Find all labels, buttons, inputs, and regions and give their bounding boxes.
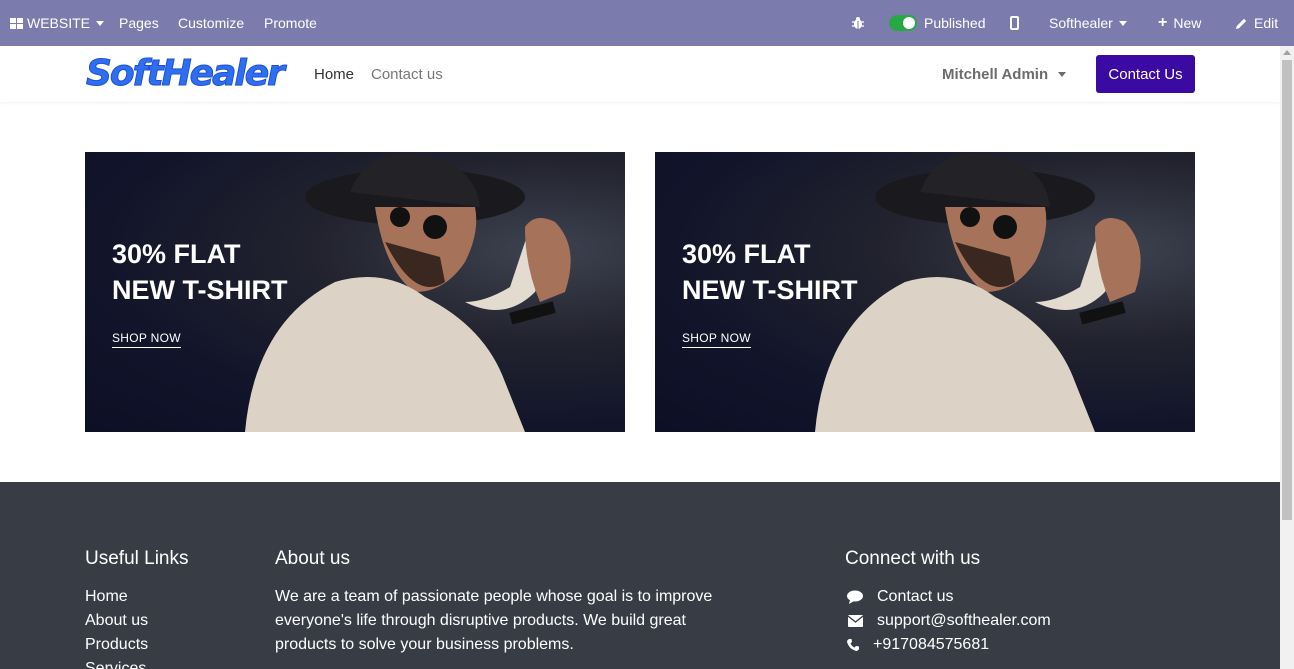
new-button[interactable]: + New	[1158, 0, 1201, 46]
chevron-down-icon	[1058, 71, 1067, 77]
connect-phone[interactable]: +917084575681	[845, 636, 989, 654]
comment-icon	[845, 590, 865, 604]
connect-phone-label: +917084575681	[873, 636, 990, 653]
about-us-title: About us	[275, 548, 350, 569]
banner-headline: 30% FLAT NEW T-SHIRT	[682, 236, 858, 308]
website-menu[interactable]: WEBSITE	[10, 0, 105, 46]
site-footer: Useful Links Home About us Products Serv…	[0, 482, 1280, 669]
chevron-down-icon	[96, 20, 105, 26]
apps-grid-icon	[10, 17, 23, 29]
connect-contact-label: Contact us	[877, 588, 954, 605]
footer-link-products[interactable]: Products	[85, 636, 148, 654]
debug-button[interactable]	[851, 0, 865, 46]
contact-us-button[interactable]: Contact Us	[1096, 55, 1195, 93]
user-name: Mitchell Admin	[942, 65, 1049, 83]
edit-label: Edit	[1254, 15, 1279, 31]
footer-link-home[interactable]: Home	[85, 588, 128, 606]
promote-menu[interactable]: Promote	[264, 0, 317, 46]
site-header: SoftHealer Home Contact us Mitchell Admi…	[0, 46, 1280, 102]
admin-bar: WEBSITE Pages Customize Promote Publishe…	[0, 0, 1294, 46]
company-switcher[interactable]: Softhealer	[1049, 0, 1127, 46]
website-menu-label: WEBSITE	[27, 15, 91, 31]
publish-toggle[interactable]: Published	[889, 0, 986, 46]
user-menu[interactable]: Mitchell Admin	[942, 46, 1067, 102]
toggle-switch-icon	[889, 15, 917, 31]
envelope-icon	[845, 615, 865, 627]
promo-banner[interactable]: 30% FLAT NEW T-SHIRT SHOP NOW	[655, 152, 1195, 432]
published-label: Published	[924, 15, 986, 31]
shop-now-link[interactable]: SHOP NOW	[112, 331, 181, 348]
promo-banner[interactable]: 30% FLAT NEW T-SHIRT SHOP NOW	[85, 152, 625, 432]
pencil-icon	[1236, 18, 1247, 29]
about-us-text: We are a team of passionate people whose…	[275, 588, 713, 653]
chevron-down-icon	[1118, 20, 1127, 26]
connect-email[interactable]: support@softhealer.com	[845, 612, 1051, 630]
banner-headline-line1: 30% FLAT	[682, 239, 811, 269]
connect-email-label: support@softhealer.com	[877, 612, 1051, 629]
scrollbar-thumb[interactable]	[1282, 60, 1292, 520]
nav-contact-us[interactable]: Contact us	[371, 46, 443, 102]
phone-icon	[845, 639, 861, 651]
mobile-icon	[1010, 16, 1019, 30]
banner-headline-line1: 30% FLAT	[112, 239, 241, 269]
connect-contact-us[interactable]: Contact us	[845, 588, 953, 606]
site-logo[interactable]: SoftHealer	[86, 53, 286, 94]
scroll-up-arrow-icon[interactable]	[1283, 50, 1291, 55]
footer-link-about-us[interactable]: About us	[85, 612, 148, 630]
banner-headline-line2: NEW T-SHIRT	[112, 275, 288, 305]
plus-icon: +	[1158, 14, 1168, 31]
customize-menu[interactable]: Customize	[178, 0, 244, 46]
shop-now-link[interactable]: SHOP NOW	[682, 331, 751, 348]
edit-button[interactable]: Edit	[1235, 0, 1278, 46]
page-scrollbar[interactable]	[1280, 46, 1294, 669]
useful-links-title: Useful Links	[85, 548, 189, 569]
pages-menu[interactable]: Pages	[119, 0, 159, 46]
connect-title: Connect with us	[845, 548, 981, 569]
banner-headline-line2: NEW T-SHIRT	[682, 275, 858, 305]
footer-link-services[interactable]: Services	[85, 660, 146, 669]
nav-home[interactable]: Home	[314, 46, 354, 102]
new-label: New	[1173, 15, 1202, 31]
mobile-preview-button[interactable]	[1010, 0, 1019, 46]
banner-headline: 30% FLAT NEW T-SHIRT	[112, 236, 288, 308]
bug-icon	[852, 17, 864, 29]
company-label: Softhealer	[1049, 15, 1113, 31]
